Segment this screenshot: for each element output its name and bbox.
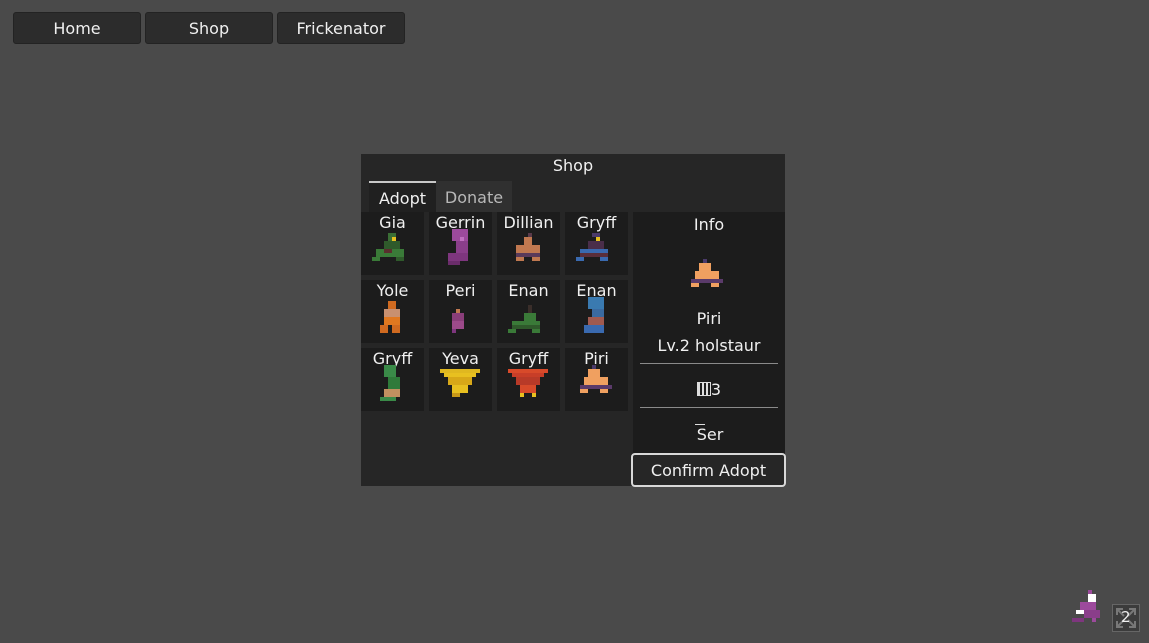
pet-card[interactable]: Enan	[565, 280, 628, 343]
tab-donate[interactable]: Donate	[436, 181, 512, 213]
stat-icon	[696, 382, 711, 396]
pet-card[interactable]: Gryff	[497, 348, 560, 411]
home-button[interactable]: Home	[13, 12, 141, 44]
divider	[640, 407, 778, 408]
selected-pet-name: Piri	[696, 309, 722, 328]
trait-line: Ser	[633, 424, 785, 444]
pet-sprite-icon	[448, 229, 468, 265]
pet-sprite-icon	[580, 365, 612, 393]
pet-sprite-icon	[576, 233, 608, 261]
stat-value: 3	[710, 380, 722, 399]
confirm-adopt-button[interactable]: Confirm Adopt	[631, 453, 786, 487]
pet-card[interactable]: Peri	[429, 280, 492, 343]
selected-pet-sprite-icon	[691, 259, 723, 287]
divider	[640, 363, 778, 364]
pet-sprite-icon	[372, 233, 404, 261]
pet-card[interactable]: Gryff	[565, 212, 628, 275]
pet-sprite-icon	[508, 369, 548, 397]
pet-card[interactable]: Yole	[361, 280, 424, 343]
active-pet-sprite-icon	[1072, 590, 1100, 622]
shop-window: Shop Adopt Donate Gia Gerrin Dillian Gry…	[361, 154, 785, 486]
tab-adopt[interactable]: Adopt	[369, 181, 436, 213]
pet-sprite-icon	[584, 297, 604, 333]
pet-sprite-icon	[452, 309, 464, 333]
shop-title: Shop	[552, 156, 594, 175]
stat-line: 3	[633, 380, 785, 399]
selected-pet-level: Lv.2 holstaur	[657, 336, 761, 355]
pet-sprite-icon	[508, 305, 540, 333]
info-panel: Info Piri Lv.2 holstaur 3 Ser	[633, 212, 785, 486]
pet-sprite-icon	[516, 233, 540, 261]
pet-count-badge: 2	[1121, 608, 1131, 626]
pet-card[interactable]: Gryff	[361, 348, 424, 411]
pet-sprite-icon	[440, 369, 480, 397]
pet-sprite-icon	[380, 365, 400, 401]
pet-card[interactable]: Dillian	[497, 212, 560, 275]
shop-button[interactable]: Shop	[145, 12, 273, 44]
frickenator-button[interactable]: Frickenator	[277, 12, 405, 44]
fullscreen-button[interactable]: 2	[1112, 604, 1140, 632]
pet-card[interactable]: Enan	[497, 280, 560, 343]
pet-card[interactable]: Yeva	[429, 348, 492, 411]
pet-card[interactable]: Gia	[361, 212, 424, 275]
trait-value: Ser	[696, 425, 724, 444]
pet-card[interactable]: Piri	[565, 348, 628, 411]
pet-card[interactable]: Gerrin	[429, 212, 492, 275]
info-title: Info	[693, 215, 725, 234]
pet-sprite-icon	[380, 301, 400, 333]
pet-grid: Gia Gerrin Dillian Gryff Yole Peri Enan …	[361, 212, 629, 486]
